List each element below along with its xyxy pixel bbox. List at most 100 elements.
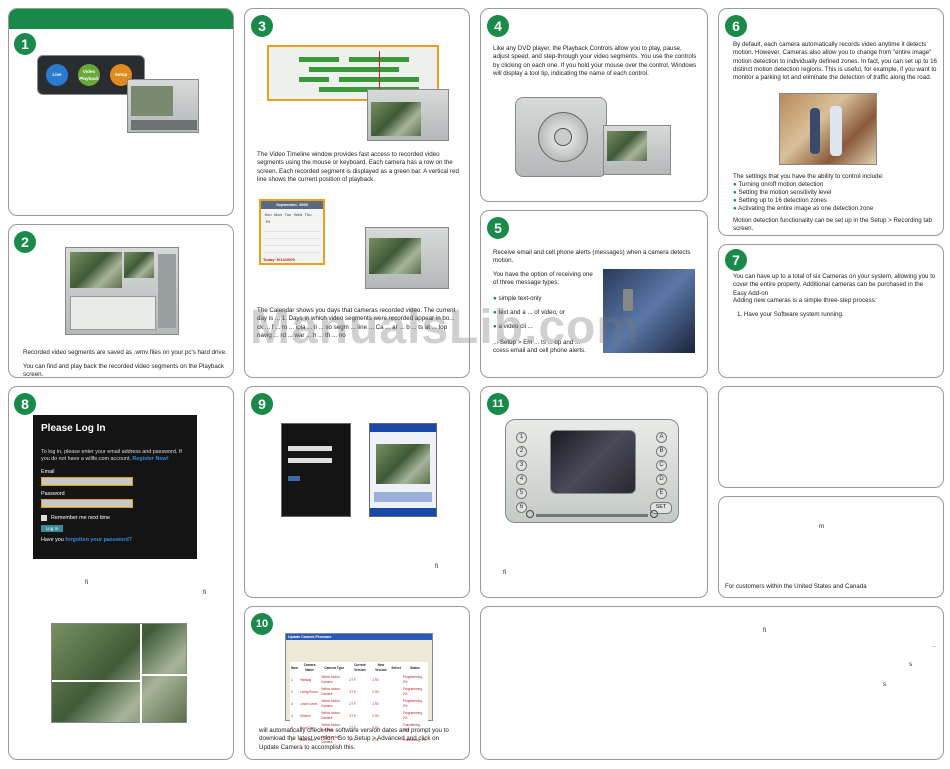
- stray-glyph: fi: [203, 589, 207, 596]
- forgot-password-link[interactable]: forgotten your password?: [65, 537, 132, 543]
- mobile-button[interactable]: [288, 476, 300, 481]
- panel10-text-1: will automatically check the software ve…: [259, 727, 449, 751]
- panel7-text-2: Adding new cameras is a simple three-ste…: [733, 297, 877, 304]
- panel-contact: m For customers within the United States…: [718, 496, 944, 598]
- panel-step-1: 1 Live Video Playback Setup: [8, 8, 234, 216]
- thumbnail-video: [371, 102, 421, 136]
- login-title: Please Log In: [41, 423, 106, 434]
- panel-step-8: 8 Please Log In To log in, please enter …: [8, 386, 234, 760]
- remote-control-image: 1 2 3 4 5 6 A B C D E SET: [505, 419, 679, 523]
- person-figure: [810, 108, 820, 154]
- email-label: Email: [41, 469, 55, 475]
- playback-video-frame-2: [124, 252, 154, 278]
- step-number-8: 8: [14, 393, 36, 415]
- column-header: Camera Name: [303, 663, 316, 672]
- step-number-9: 9: [251, 393, 273, 415]
- number-button[interactable]: 5: [516, 488, 527, 499]
- panel-step-10: 10 Update Camera Firmware Num Camera Nam…: [244, 606, 470, 760]
- select-checkbox[interactable]: [390, 686, 401, 698]
- panel2-text-1: Recorded video segments are saved as .wm…: [23, 349, 227, 356]
- letter-button[interactable]: D: [656, 474, 667, 485]
- mobile-field[interactable]: [288, 458, 332, 463]
- stray-glyph: -: [933, 643, 936, 650]
- login-button[interactable]: Log In: [41, 525, 63, 532]
- mobile-controls: [374, 492, 432, 502]
- calendar-header: September, 2005: [261, 201, 323, 209]
- phone-alert-photo: [603, 269, 695, 353]
- calendar-grid: Sun Mon Tue Wed ThuFri: [261, 209, 323, 261]
- panel4-text-1: Like any DVD player, the Playback Contro…: [493, 45, 697, 77]
- video-playback-button[interactable]: Video Playback: [78, 64, 100, 86]
- panel-step-11: 11 1 2 3 4 5 6 A B C D E SET fi: [480, 386, 708, 598]
- table-row[interactable]: 3 Lower Level Yellow Indoor Camera 27.F 2.93…: [290, 698, 428, 710]
- step-number-11: 11: [487, 393, 509, 415]
- panel-bottom-wide: fi - s s: [480, 606, 944, 760]
- collage-divider: [52, 680, 140, 682]
- step-number-10: 10: [251, 613, 273, 635]
- number-button[interactable]: 6: [516, 502, 527, 513]
- playback-app-thumbnail: [603, 125, 671, 175]
- select-checkbox[interactable]: [390, 710, 401, 722]
- software-window-thumbnail: [127, 79, 199, 133]
- select-checkbox[interactable]: [390, 674, 401, 686]
- email-field[interactable]: [41, 477, 133, 486]
- letter-button[interactable]: C: [656, 460, 667, 471]
- column-header: Camera Type: [324, 665, 345, 670]
- column-header: Num: [291, 665, 299, 670]
- letter-button[interactable]: A: [656, 432, 667, 443]
- panel-step-2: 2 Recorded video segments are saved as .…: [8, 224, 234, 378]
- table-row[interactable]: 2 Living Room Yellow Indoor Camera 27.F 2.93…: [290, 686, 428, 698]
- number-button[interactable]: 4: [516, 474, 527, 485]
- camera-views-collage: [51, 623, 188, 724]
- mobile-field[interactable]: [288, 446, 332, 451]
- stray-glyph: fi: [85, 579, 89, 586]
- stray-glyph: fi: [763, 627, 767, 634]
- column-header: New Version: [375, 663, 387, 672]
- panel6-bullet-4: ● Activating the entire image as one det…: [733, 205, 874, 212]
- table-header-row: Num Camera Name Camera Type Current Vers…: [290, 662, 428, 674]
- zoom-slider[interactable]: [536, 514, 648, 517]
- number-button[interactable]: 3: [516, 460, 527, 471]
- panel5-bullet-3: ● a video cli ...: [493, 323, 533, 330]
- stray-glyph: s: [909, 661, 913, 668]
- letter-button[interactable]: B: [656, 446, 667, 457]
- stray-glyph: s: [883, 681, 887, 688]
- step-number-5: 5: [487, 217, 509, 239]
- stray-glyph: fi: [435, 563, 439, 570]
- panel7-item-1: 1. Have your Software system running.: [737, 311, 844, 318]
- panel5-text-3: ... Setup > Em ... ts ... up and ... cce…: [493, 339, 586, 355]
- playback-controls-image: [515, 97, 607, 177]
- stray-glyph: fi: [503, 569, 507, 576]
- zoom-in-icon[interactable]: [650, 510, 658, 518]
- panel-step-6: 6 By default, each camera automatically …: [718, 8, 944, 236]
- login-intro: To log in, please enter your email addre…: [41, 449, 182, 462]
- calendar-days-block: [263, 225, 321, 259]
- zoom-out-icon[interactable]: [526, 510, 534, 518]
- column-header: Status: [410, 665, 420, 670]
- register-link[interactable]: Register Now!: [132, 456, 168, 462]
- login-screen-image: Please Log In To log in, please enter yo…: [33, 415, 197, 559]
- remember-me-checkbox[interactable]: [41, 515, 47, 521]
- timeline-segment: [299, 77, 329, 82]
- panel-step-4: 4 Like any DVD player, the Playback Cont…: [480, 8, 708, 202]
- panel5-text-1: Receive email and cell phone alerts (mes…: [493, 249, 691, 265]
- calendar-weekdays: Sun Mon Tue Wed ThuFri: [264, 212, 312, 224]
- step-number-1: 1: [14, 33, 36, 55]
- panel7-text-1: You can have up to a total of six Camera…: [733, 273, 936, 297]
- customers-footer: For customers within the United States a…: [725, 583, 867, 590]
- step-number-7: 7: [725, 249, 747, 271]
- table-row[interactable]: 1 Hallway Yellow Indoor Camera 27.F 2.93 Prog…: [290, 674, 428, 686]
- play-button-icon[interactable]: [554, 128, 572, 146]
- phone-icon: [623, 289, 633, 311]
- number-button[interactable]: 1: [516, 432, 527, 443]
- number-button[interactable]: 2: [516, 446, 527, 457]
- table-row[interactable]: 4 Kitchen Yellow Indoor Camera 27.F 2.93 Prog…: [290, 710, 428, 722]
- letter-button[interactable]: E: [656, 488, 667, 499]
- panel3-text-2: The Calendar shows you days that cameras…: [257, 307, 456, 339]
- live-button[interactable]: Live: [46, 64, 68, 86]
- mobile-titlebar: [370, 424, 436, 432]
- column-header: Current Version: [354, 663, 366, 672]
- select-checkbox[interactable]: [390, 698, 401, 710]
- panel5-text-2: You have the option of receiving one of …: [493, 271, 593, 287]
- password-field[interactable]: [41, 499, 133, 508]
